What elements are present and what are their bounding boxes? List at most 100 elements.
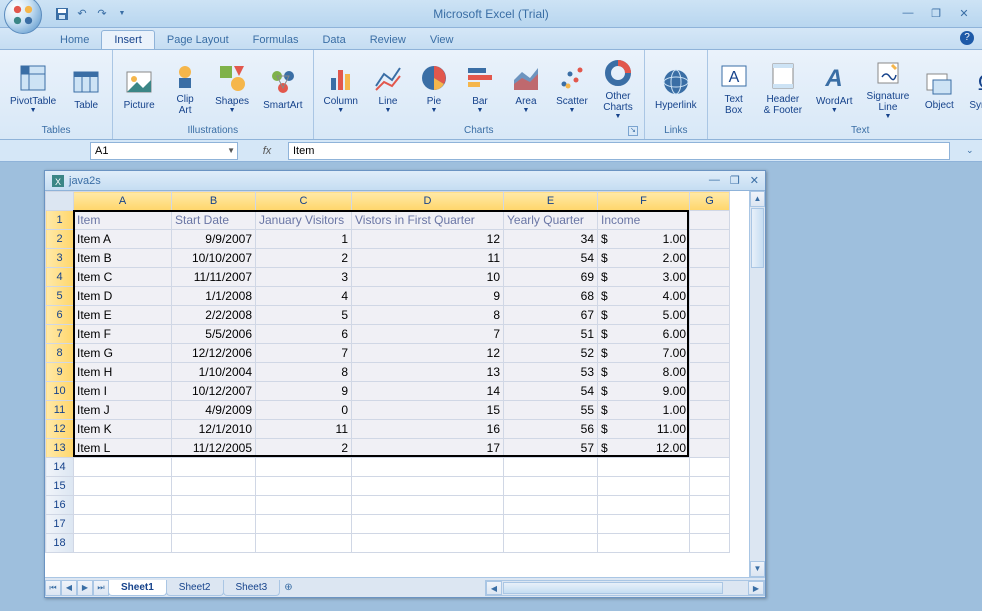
- textbox-button[interactable]: AText Box: [712, 58, 756, 118]
- cell[interactable]: 10/10/2007: [172, 249, 256, 268]
- cell[interactable]: [172, 477, 256, 496]
- cell[interactable]: [598, 496, 690, 515]
- cell[interactable]: [690, 534, 730, 553]
- cell[interactable]: 7: [352, 325, 504, 344]
- cell[interactable]: Item D: [74, 287, 172, 306]
- cell[interactable]: 8: [256, 363, 352, 382]
- shapes-button[interactable]: Shapes▼: [209, 60, 255, 116]
- cell[interactable]: [504, 458, 598, 477]
- cell[interactable]: 13: [352, 363, 504, 382]
- area-button[interactable]: Area▼: [504, 60, 548, 116]
- name-box[interactable]: A1 ▼: [90, 142, 238, 160]
- col-header-G[interactable]: G: [690, 192, 730, 211]
- cell[interactable]: 17: [352, 439, 504, 458]
- col-header-E[interactable]: E: [504, 192, 598, 211]
- cell[interactable]: [74, 477, 172, 496]
- hscroll-track[interactable]: [724, 581, 748, 595]
- tab-insert[interactable]: Insert: [101, 30, 155, 49]
- cell[interactable]: 16: [352, 420, 504, 439]
- cell[interactable]: [256, 534, 352, 553]
- cell[interactable]: [172, 496, 256, 515]
- cell[interactable]: 56: [504, 420, 598, 439]
- cell[interactable]: $3.00: [598, 268, 690, 287]
- sheet-nav-last[interactable]: ⏭: [93, 580, 109, 596]
- cell[interactable]: [690, 230, 730, 249]
- cell[interactable]: $9.00: [598, 382, 690, 401]
- cell[interactable]: 9: [352, 287, 504, 306]
- cell[interactable]: [352, 477, 504, 496]
- cell[interactable]: 5/5/2006: [172, 325, 256, 344]
- cell[interactable]: Start Date: [172, 211, 256, 230]
- scatter-button[interactable]: Scatter▼: [550, 60, 594, 116]
- cell[interactable]: [256, 477, 352, 496]
- horizontal-scrollbar[interactable]: ◀ ▶: [485, 580, 765, 596]
- cell[interactable]: 9: [256, 382, 352, 401]
- cell[interactable]: [352, 515, 504, 534]
- cell[interactable]: 51: [504, 325, 598, 344]
- cell[interactable]: Item B: [74, 249, 172, 268]
- col-header-B[interactable]: B: [172, 192, 256, 211]
- spreadsheet-grid[interactable]: ABCDEFG1ItemStart DateJanuary VisitorsVi…: [45, 191, 730, 553]
- tab-home[interactable]: Home: [48, 31, 101, 49]
- table-button[interactable]: Table: [64, 64, 108, 113]
- row-header-5[interactable]: 5: [46, 287, 74, 306]
- cell[interactable]: [352, 458, 504, 477]
- row-header-3[interactable]: 3: [46, 249, 74, 268]
- cell[interactable]: 11/11/2007: [172, 268, 256, 287]
- cell[interactable]: Item: [74, 211, 172, 230]
- help-icon[interactable]: ?: [960, 31, 974, 45]
- cell[interactable]: [598, 515, 690, 534]
- row-header-1[interactable]: 1: [46, 211, 74, 230]
- cell[interactable]: 8: [352, 306, 504, 325]
- cell[interactable]: 67: [504, 306, 598, 325]
- cell[interactable]: [690, 496, 730, 515]
- cell[interactable]: [690, 382, 730, 401]
- col-header-C[interactable]: C: [256, 192, 352, 211]
- cell[interactable]: [352, 534, 504, 553]
- scroll-track[interactable]: [750, 269, 765, 561]
- tab-page-layout[interactable]: Page Layout: [155, 31, 241, 49]
- cell[interactable]: [690, 458, 730, 477]
- insert-sheet-icon[interactable]: ⊕: [284, 582, 292, 593]
- cell[interactable]: 57: [504, 439, 598, 458]
- wb-minimize-button[interactable]: —: [709, 174, 720, 187]
- cell[interactable]: $1.00: [598, 230, 690, 249]
- cell[interactable]: Item G: [74, 344, 172, 363]
- cell[interactable]: 34: [504, 230, 598, 249]
- cell[interactable]: $4.00: [598, 287, 690, 306]
- cell[interactable]: 12/12/2006: [172, 344, 256, 363]
- smartart-button[interactable]: SmartArt: [257, 64, 308, 113]
- row-header-7[interactable]: 7: [46, 325, 74, 344]
- cell[interactable]: 12/1/2010: [172, 420, 256, 439]
- cell[interactable]: Item J: [74, 401, 172, 420]
- cell[interactable]: Item F: [74, 325, 172, 344]
- select-all-cell[interactable]: [46, 192, 74, 211]
- cell[interactable]: 0: [256, 401, 352, 420]
- cell[interactable]: Yearly Quarter: [504, 211, 598, 230]
- row-header-12[interactable]: 12: [46, 420, 74, 439]
- cell[interactable]: 52: [504, 344, 598, 363]
- sheet-nav-next[interactable]: ▶: [77, 580, 93, 596]
- tab-formulas[interactable]: Formulas: [241, 31, 311, 49]
- cell[interactable]: $6.00: [598, 325, 690, 344]
- cell[interactable]: Item H: [74, 363, 172, 382]
- row-header-8[interactable]: 8: [46, 344, 74, 363]
- cell[interactable]: 4/9/2009: [172, 401, 256, 420]
- cell[interactable]: [690, 515, 730, 534]
- row-header-11[interactable]: 11: [46, 401, 74, 420]
- cell[interactable]: Item L: [74, 439, 172, 458]
- pivottable-button[interactable]: PivotTable▼: [4, 60, 62, 116]
- scroll-thumb[interactable]: [751, 208, 764, 268]
- cell[interactable]: [504, 534, 598, 553]
- qat-customize-icon[interactable]: ▼: [114, 6, 130, 22]
- tab-review[interactable]: Review: [358, 31, 418, 49]
- cell[interactable]: [690, 401, 730, 420]
- hscroll-thumb[interactable]: [503, 582, 723, 594]
- cell[interactable]: $12.00: [598, 439, 690, 458]
- row-header-14[interactable]: 14: [46, 458, 74, 477]
- object-button[interactable]: Object: [917, 64, 961, 113]
- cell[interactable]: $1.00: [598, 401, 690, 420]
- wordart-button[interactable]: AWordArt▼: [810, 60, 859, 116]
- minimize-button[interactable]: —: [900, 7, 916, 20]
- cell[interactable]: 5: [256, 306, 352, 325]
